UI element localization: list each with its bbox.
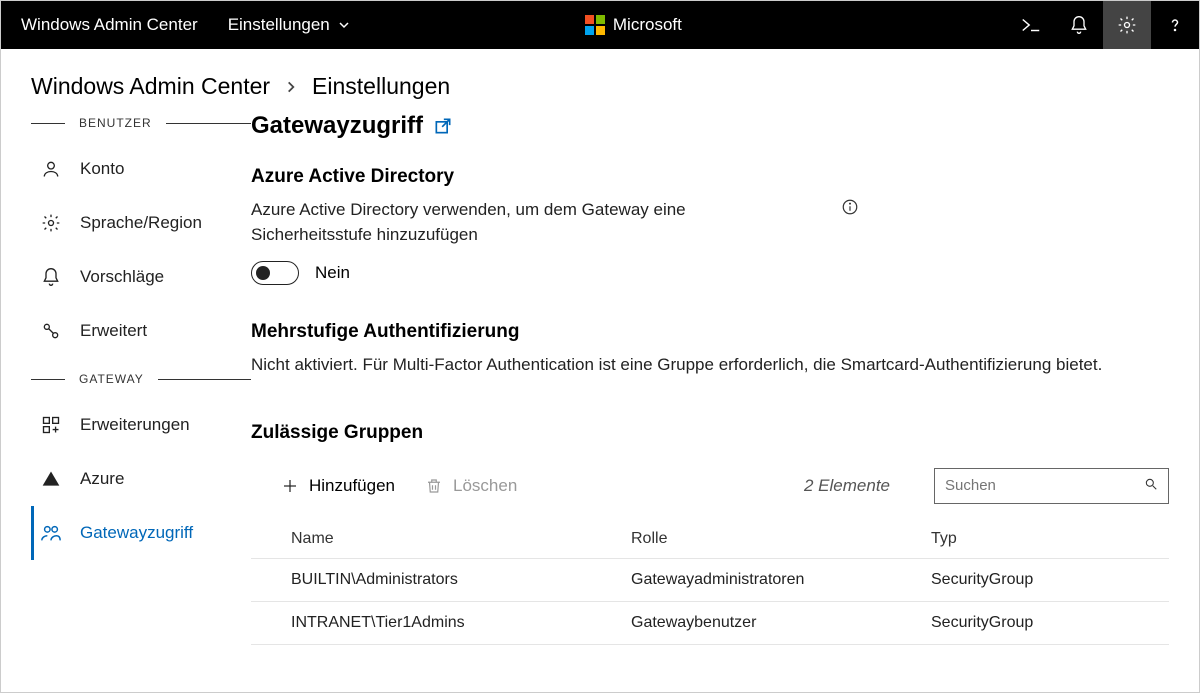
console-button[interactable]: [1007, 1, 1055, 49]
groups-toolbar: Hinzufügen Löschen 2 Elemente: [251, 462, 1169, 516]
col-name[interactable]: Name: [251, 520, 591, 559]
sidebar-section-gateway: GATEWAY: [31, 372, 251, 386]
add-button[interactable]: Hinzufügen: [281, 476, 395, 496]
sidebar-item-azure[interactable]: Azure: [31, 452, 251, 506]
delete-button-label: Löschen: [453, 476, 517, 496]
aad-heading: Azure Active Directory: [251, 166, 1169, 188]
delete-button: Löschen: [425, 476, 517, 496]
search-box[interactable]: [934, 468, 1169, 504]
aad-toggle-label: Nein: [315, 263, 350, 283]
brand-name: Microsoft: [613, 15, 682, 35]
page-title: Gatewayzugriff: [251, 112, 1169, 140]
cell-name: BUILTIN\Administrators: [251, 558, 591, 601]
cell-type: SecurityGroup: [891, 558, 1169, 601]
col-type[interactable]: Typ: [891, 520, 1169, 559]
info-icon[interactable]: [841, 198, 859, 216]
topbar: Windows Admin Center Einstellungen Micro…: [1, 1, 1199, 49]
people-key-icon: [40, 522, 62, 544]
wrench-gear-icon: [40, 320, 62, 342]
settings-button[interactable]: [1103, 1, 1151, 49]
aad-desc-row: Azure Active Directory verwenden, um dem…: [251, 198, 1169, 247]
sidebar-item-label: Vorschläge: [80, 267, 164, 287]
sidebar-item-label: Gatewayzugriff: [80, 523, 193, 543]
groups-table: Name Rolle Typ BUILTIN\Administrators Ga…: [251, 520, 1169, 645]
bell-icon: [40, 266, 62, 288]
cell-role: Gatewayadministratoren: [591, 558, 891, 601]
popout-icon[interactable]: [433, 116, 453, 136]
breadcrumb-chevron-icon: [284, 80, 298, 94]
sidebar-item-label: Sprache/Region: [80, 213, 202, 233]
mfa-block: Mehrstufige Authentifizierung Nicht akti…: [251, 321, 1169, 378]
content-pane: Gatewayzugriff Azure Active Directory Az…: [251, 110, 1169, 645]
sidebar-item-label: Erweitert: [80, 321, 147, 341]
mfa-description: Nicht aktiviert. Für Multi-Factor Authen…: [251, 353, 1131, 378]
topbar-actions: [1007, 1, 1199, 49]
table-row[interactable]: INTRANET\Tier1Admins Gatewaybenutzer Sec…: [251, 601, 1169, 644]
extensions-icon: [40, 414, 62, 436]
brand-logo-wrap: Microsoft: [260, 15, 1007, 35]
aad-description: Azure Active Directory verwenden, um dem…: [251, 198, 731, 247]
breadcrumb: Windows Admin Center Einstellungen: [1, 49, 1199, 110]
sidebar-item-account[interactable]: Konto: [31, 142, 251, 196]
gear-icon: [40, 212, 62, 234]
groups-block: Zulässige Gruppen Hinzufügen Löschen 2 E…: [251, 422, 1169, 645]
cell-type: SecurityGroup: [891, 601, 1169, 644]
trash-icon: [425, 477, 443, 495]
mfa-heading: Mehrstufige Authentifizierung: [251, 321, 1169, 343]
sidebar-item-suggestions[interactable]: Vorschläge: [31, 250, 251, 304]
page-title-text: Gatewayzugriff: [251, 112, 423, 140]
sidebar-section-user: BENUTZER: [31, 116, 251, 130]
groups-heading: Zulässige Gruppen: [251, 422, 1169, 444]
person-icon: [40, 158, 62, 180]
add-button-label: Hinzufügen: [309, 476, 395, 496]
sidebar-item-extensions[interactable]: Erweiterungen: [31, 398, 251, 452]
cell-name: INTRANET\Tier1Admins: [251, 601, 591, 644]
sidebar-item-advanced[interactable]: Erweitert: [31, 304, 251, 358]
sidebar-section-user-label: BENUTZER: [79, 116, 152, 130]
table-row[interactable]: BUILTIN\Administrators Gatewayadministra…: [251, 558, 1169, 601]
col-role[interactable]: Rolle: [591, 520, 891, 559]
aad-toggle[interactable]: [251, 261, 299, 285]
help-button[interactable]: [1151, 1, 1199, 49]
search-input[interactable]: [945, 477, 1144, 494]
sidebar-item-label: Konto: [80, 159, 124, 179]
sidebar: BENUTZER Konto Sprache/Region Vorschläge…: [31, 110, 251, 645]
app-title: Windows Admin Center: [1, 15, 218, 35]
sidebar-item-language[interactable]: Sprache/Region: [31, 196, 251, 250]
search-icon: [1144, 477, 1158, 495]
cell-role: Gatewaybenutzer: [591, 601, 891, 644]
azure-icon: [40, 468, 62, 490]
aad-toggle-row: Nein: [251, 261, 1169, 285]
sidebar-item-gateway-access[interactable]: Gatewayzugriff: [31, 506, 251, 560]
plus-icon: [281, 477, 299, 495]
sidebar-section-gateway-label: GATEWAY: [79, 372, 144, 386]
sidebar-item-label: Azure: [80, 469, 124, 489]
breadcrumb-root[interactable]: Windows Admin Center: [31, 73, 270, 100]
sidebar-item-label: Erweiterungen: [80, 415, 190, 435]
microsoft-logo-icon: [585, 15, 605, 35]
breadcrumb-current: Einstellungen: [312, 73, 450, 100]
item-count: 2 Elemente: [804, 476, 890, 496]
notifications-button[interactable]: [1055, 1, 1103, 49]
table-header-row: Name Rolle Typ: [251, 520, 1169, 559]
